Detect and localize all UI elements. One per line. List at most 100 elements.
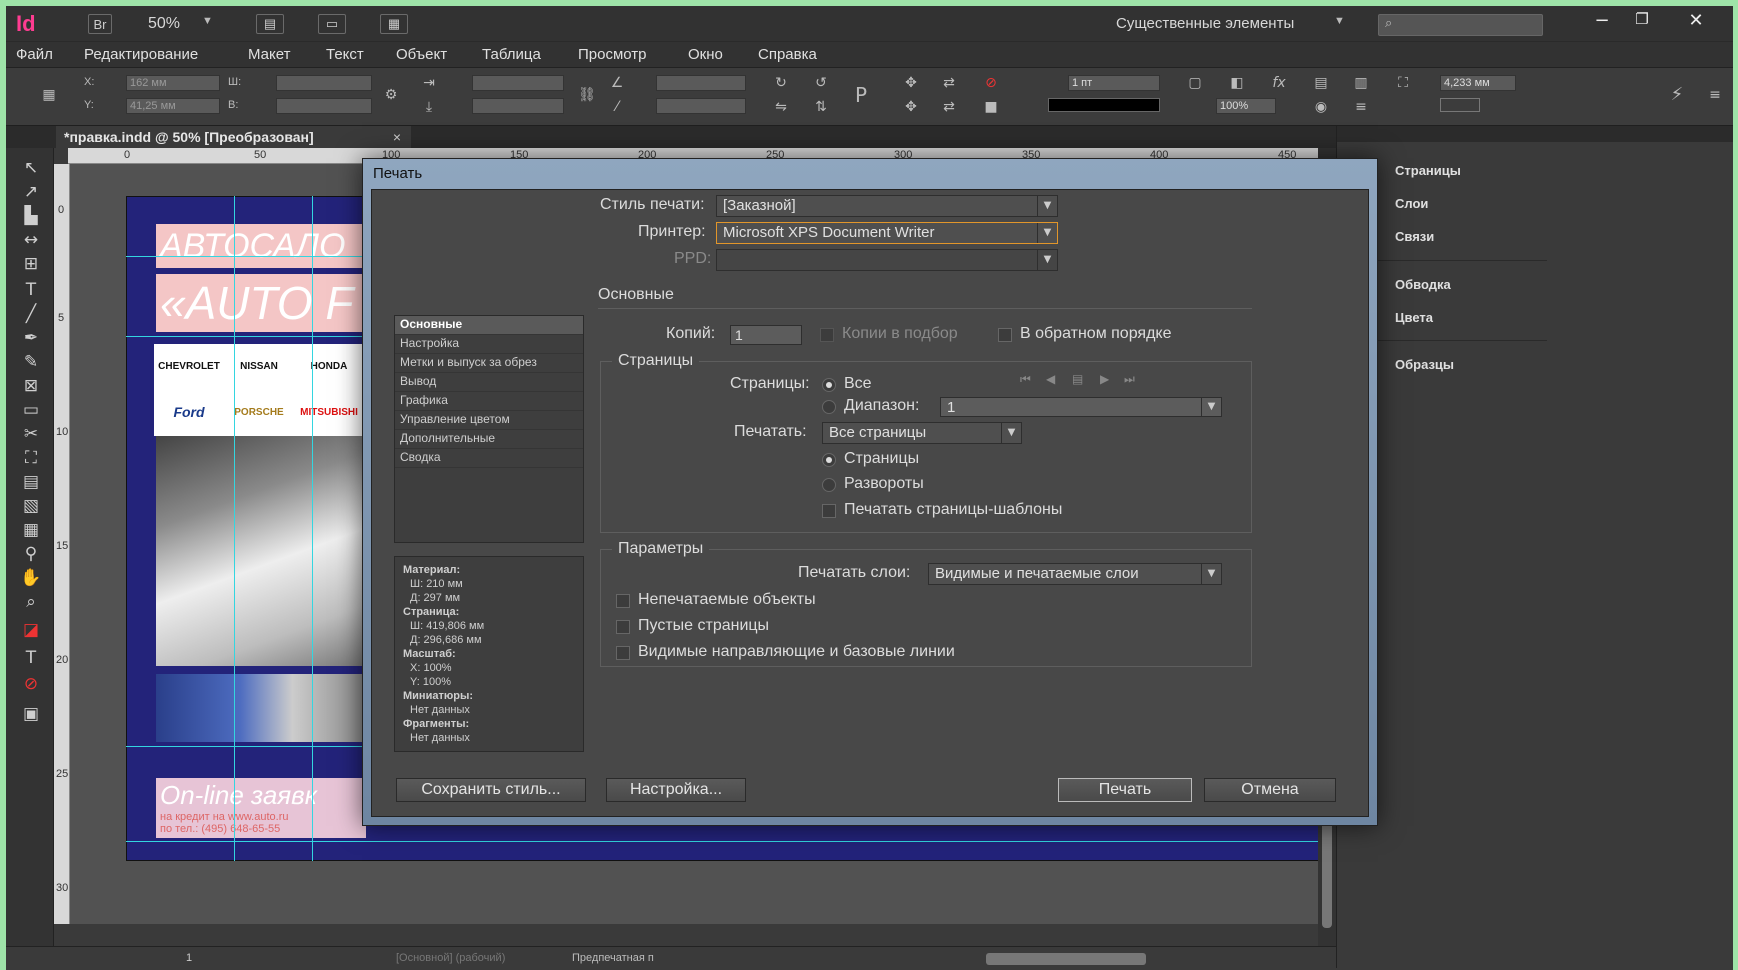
close-tab-icon[interactable]: × — [393, 129, 401, 145]
scale-link-icon[interactable]: ⛓ — [578, 86, 596, 104]
workspace-dropdown-icon[interactable]: ▼ — [1334, 15, 1345, 27]
brand-logos-image[interactable]: CHEVROLET NISSAN HONDA Ford PORSCHE MITS… — [154, 344, 366, 436]
bridge-button[interactable]: Br — [88, 14, 112, 34]
constrain-proportions-icon[interactable]: ⚙ — [382, 86, 400, 104]
menu-object[interactable]: Объект — [396, 46, 447, 63]
align-icon[interactable]: ≡ — [1352, 98, 1370, 116]
eyedropper-tool-icon[interactable]: ⚲ — [18, 544, 44, 564]
line-tool-icon[interactable]: ╱ — [18, 304, 44, 324]
headline-text-frame[interactable]: АВТОСАЛО — [156, 224, 366, 268]
apply-none-icon[interactable]: ⊘ — [18, 674, 44, 694]
fitting-icon[interactable]: ⛶ — [1394, 74, 1412, 92]
panel-links[interactable]: ⛓Связи — [1357, 224, 1557, 248]
panel-swatches[interactable]: ▦Образцы — [1357, 352, 1557, 376]
pages-mode-radio[interactable] — [822, 453, 836, 467]
arrange-documents-icon[interactable]: ▦ — [380, 14, 408, 34]
panel-pages[interactable]: ▥Страницы — [1357, 158, 1557, 182]
menu-table[interactable]: Таблица — [482, 46, 541, 63]
frame-options-icon[interactable]: ▢ — [1186, 74, 1204, 92]
setup-button[interactable]: Настройка... — [606, 778, 746, 802]
gap-tool-icon[interactable]: ↔ — [18, 230, 44, 250]
stroke-type-select[interactable] — [1048, 98, 1160, 112]
column-guide[interactable] — [312, 196, 313, 861]
pages-range-radio[interactable] — [822, 400, 836, 414]
scissors-tool-icon[interactable]: ✂ — [18, 424, 44, 444]
page-tool-icon[interactable]: ▙ — [18, 206, 44, 226]
menu-type[interactable]: Текст — [326, 46, 364, 63]
shear-field[interactable] — [656, 98, 746, 114]
scale-y-field[interactable] — [472, 98, 564, 114]
minimize-icon[interactable]: − — [1582, 10, 1622, 34]
print-layers-select[interactable]: Видимые и печатаемые слои ▼ — [928, 563, 1222, 585]
rotate-cw-icon[interactable]: ↻ — [772, 74, 790, 92]
last-page-icon[interactable]: ⏭ — [1124, 372, 1135, 387]
note-tool-icon[interactable]: ▦ — [18, 520, 44, 540]
nav-color-management[interactable]: Управление цветом — [395, 411, 583, 430]
zoom-level[interactable]: 50% — [148, 15, 180, 33]
menu-view[interactable]: Просмотр — [578, 46, 647, 63]
pages-all-radio[interactable] — [822, 378, 836, 392]
row-guide[interactable] — [126, 256, 366, 257]
select-previous-icon[interactable]: ⇄ — [940, 74, 958, 92]
type-tool-icon[interactable]: T — [18, 280, 44, 300]
flip-horizontal-icon[interactable]: ⇋ — [772, 98, 790, 116]
blank-pages-checkbox[interactable] — [616, 620, 630, 634]
reverse-order-checkbox[interactable] — [998, 328, 1012, 342]
width-field[interactable] — [276, 75, 372, 91]
scale-x-field[interactable] — [472, 75, 564, 91]
screen-mode-icon[interactable]: ▭ — [318, 14, 346, 34]
range-input[interactable]: 1 ▼ — [940, 397, 1222, 417]
menu-layout[interactable]: Макет — [248, 46, 290, 63]
panel-menu-icon[interactable]: ≡ — [1706, 86, 1724, 104]
wrap-around-icon[interactable]: ▥ — [1352, 74, 1370, 92]
offset-field[interactable]: 4,233 мм — [1440, 75, 1516, 91]
free-transform-tool-icon[interactable]: ⛶ — [18, 448, 44, 468]
rotate-ccw-icon[interactable]: ↺ — [812, 74, 830, 92]
y-field[interactable]: 41,25 мм — [126, 98, 220, 114]
select-content-icon[interactable]: ✥ — [902, 98, 920, 116]
rotate-field[interactable] — [656, 75, 746, 91]
close-window-icon[interactable]: ✕ — [1676, 10, 1716, 34]
ppd-select[interactable]: ▼ — [716, 249, 1058, 271]
nav-graphics[interactable]: Графика — [395, 392, 583, 411]
printer-select[interactable]: Microsoft XPS Document Writer ▼ — [716, 222, 1058, 244]
brand-text-frame[interactable]: «AUTO F — [156, 274, 366, 332]
zoom-tool-icon[interactable]: ⌕ — [18, 592, 44, 612]
car-photo[interactable] — [156, 436, 366, 666]
first-page-icon[interactable]: ⏮ — [1020, 372, 1031, 387]
rectangle-frame-tool-icon[interactable]: ⊠ — [18, 376, 44, 396]
previous-page-icon[interactable]: ◀ — [1046, 372, 1055, 386]
x-field[interactable]: 162 мм — [126, 75, 220, 91]
panel-stroke[interactable]: ☰Обводка — [1357, 272, 1557, 296]
opacity-field[interactable]: 100% — [1216, 98, 1276, 114]
stroke-weight-field[interactable]: 1 пт — [1068, 75, 1160, 91]
search-input[interactable]: ⌕ — [1378, 14, 1543, 36]
copies-input[interactable]: 1 — [730, 325, 802, 345]
page-preview-icon[interactable]: ▤ — [1072, 372, 1083, 386]
horizontal-scrollbar[interactable] — [986, 953, 1146, 965]
spreads-mode-radio[interactable] — [822, 478, 836, 492]
workspace-switcher[interactable]: Существенные элементы — [1116, 15, 1294, 32]
path-p-icon[interactable]: P — [852, 85, 870, 105]
zoom-dropdown-icon[interactable]: ▼ — [202, 15, 213, 27]
gradient-feather-icon[interactable]: ▧ — [18, 496, 44, 516]
next-page-icon[interactable]: ▶ — [1100, 372, 1109, 386]
panel-layers[interactable]: ◈Слои — [1357, 191, 1557, 215]
nav-general[interactable]: Основные — [395, 316, 583, 335]
cancel-button[interactable]: Отмена — [1204, 778, 1336, 802]
select-next-icon[interactable]: ⇄ — [940, 98, 958, 116]
column-guide[interactable] — [234, 196, 235, 861]
reference-point-icon[interactable]: ▦ — [40, 86, 58, 104]
stroke-swatch-icon[interactable]: ■ — [982, 98, 1000, 116]
formatting-affects-icon[interactable]: T — [18, 648, 44, 668]
row-guide[interactable] — [126, 336, 366, 337]
visible-guides-checkbox[interactable] — [616, 646, 630, 660]
drop-shadow-icon[interactable]: ◧ — [1228, 74, 1246, 92]
tab-document[interactable]: *правка.indd @ 50% [Преобразован] × — [56, 126, 411, 148]
content-collector-icon[interactable]: ⊞ — [18, 254, 44, 274]
height-field[interactable] — [276, 98, 372, 114]
save-style-button[interactable]: Сохранить стиль... — [396, 778, 586, 802]
restore-icon[interactable]: ❐ — [1622, 10, 1662, 34]
nav-summary[interactable]: Сводка — [395, 449, 583, 468]
print-style-select[interactable]: [Заказной] ▼ — [716, 195, 1058, 217]
